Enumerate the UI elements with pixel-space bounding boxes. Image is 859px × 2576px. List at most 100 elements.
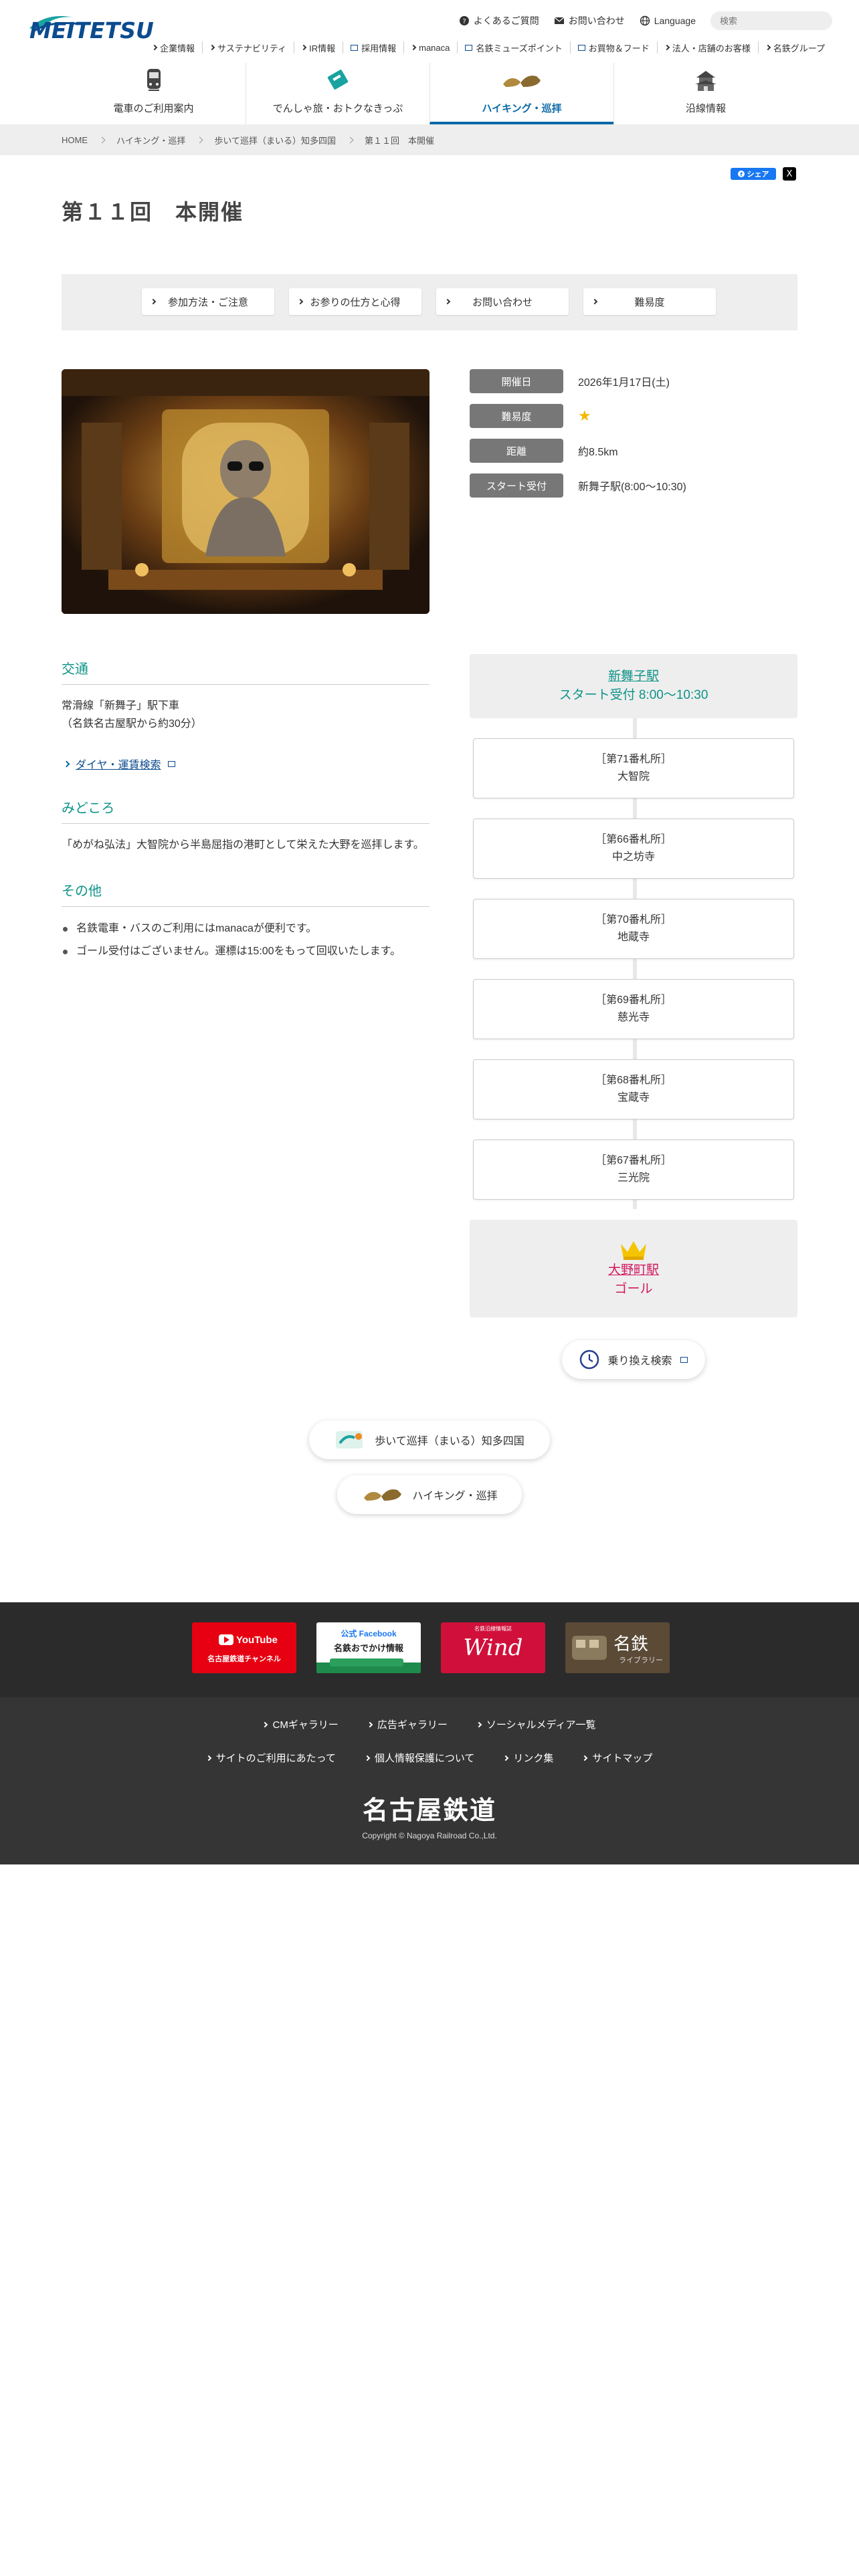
external-link-icon [577, 44, 585, 51]
language-label: Language [654, 15, 696, 26]
access-heading: 交通 [62, 658, 430, 685]
route-stop: ［第68番札所］ 宝蔵寺 [473, 1059, 794, 1119]
gnav-train[interactable]: 電車のご利用案内 [62, 63, 246, 124]
footer-link-label: サイトのご利用にあたって [215, 1753, 336, 1764]
subnav-group[interactable]: 名鉄グループ [757, 41, 832, 53]
route-stop: ［第70番札所］ 地蔵寺 [473, 899, 794, 959]
facebook-share-label: シェア [747, 171, 769, 179]
search-input[interactable] [720, 15, 814, 26]
breadcrumb-home[interactable]: HOME [62, 135, 88, 145]
breadcrumb-hiking[interactable]: ハイキング・巡拝 [116, 134, 185, 146]
footer-link-label: ソーシャルメディア一覧 [486, 1719, 596, 1731]
anchor-tabs: 参加方法・ご注意 お参りの仕方と心得 お問い合わせ 難易度 [142, 288, 716, 315]
footer-logo[interactable]: 名古屋鉄道 [0, 1790, 859, 1826]
back-to-hiking-button[interactable]: ハイキング・巡拝 [337, 1475, 522, 1514]
youtube-banner[interactable]: YouTube 名古屋鉄道チャンネル [192, 1622, 296, 1673]
svg-text:f: f [740, 172, 743, 178]
route-stop: ［第69番札所］ 慈光寺 [473, 979, 794, 1039]
back-to-shikoku-button[interactable]: 歩いて巡拝（まいる）知多四国 [309, 1420, 550, 1459]
chevron-right-icon [367, 1721, 373, 1727]
info-row-date: 開催日 2026年1月17日(土) [470, 369, 686, 393]
library-banner[interactable]: 名鉄 ライブラリー [565, 1622, 670, 1673]
chevron-right-icon [98, 136, 106, 143]
mail-icon [554, 17, 565, 24]
footer-link-sitemap[interactable]: サイトマップ [582, 1751, 653, 1765]
transfer-search-button[interactable]: 乗り換え検索 [562, 1340, 705, 1379]
train-silhouette-icon [316, 1658, 421, 1673]
chevron-right-icon [444, 298, 451, 305]
x-icon: X [786, 169, 793, 179]
subnav-sustainability[interactable]: サステナビリティ [202, 41, 294, 53]
chevron-right-icon [196, 136, 203, 143]
contact-link[interactable]: お問い合わせ [554, 14, 625, 27]
subnav-shopping[interactable]: お買物＆フード [569, 41, 657, 53]
gnav-label: 沿線情報 [685, 103, 726, 114]
stop-number: ［第66番札所］ [595, 834, 672, 845]
distance-value: 約8.5km [578, 447, 618, 458]
gnav-area[interactable]: 沿線情報 [613, 63, 797, 124]
stop-number: ［第71番札所］ [595, 754, 672, 765]
svg-text:?: ? [462, 18, 466, 25]
subnav-muse-point[interactable]: 名鉄ミューズポイント [457, 41, 569, 53]
breadcrumb-shikoku[interactable]: 歩いて巡拝（まいる）知多四国 [214, 134, 336, 146]
meitetsu-logo[interactable]: MEITETSU [27, 8, 154, 45]
footer-link-cm[interactable]: CMギャラリー [262, 1717, 339, 1731]
difficulty-star-icon: ★ [578, 407, 591, 424]
gnav-hiking[interactable]: ハイキング・巡拝 [430, 63, 613, 124]
footer-link-label: サイトマップ [592, 1753, 653, 1764]
subnav-company[interactable]: 企業情報 [145, 41, 202, 53]
language-link[interactable]: Language [640, 15, 696, 26]
goal-label: ゴール [614, 1282, 653, 1296]
list-item: 名鉄電車・バスのご利用にはmanacaが便利です。 [62, 918, 430, 940]
footer-link-social[interactable]: ソーシャルメディア一覧 [476, 1717, 596, 1731]
access-line-2: （名鉄名古屋駅から約30分） [62, 718, 202, 730]
train-icon [147, 69, 161, 91]
footer-link-links[interactable]: リンク集 [503, 1751, 553, 1765]
tab-label: 参加方法・ご注意 [167, 296, 248, 308]
subnav-recruit[interactable]: 採用情報 [343, 41, 403, 53]
subnav-ir[interactable]: IR情報 [294, 41, 343, 53]
start-value: 新舞子駅(8:00〜10:30) [578, 481, 686, 493]
subnav-corporate[interactable]: 法人・店舗のお客様 [656, 41, 758, 53]
access-line-1: 常滑線「新舞子」駅下車 [62, 700, 180, 712]
faq-link[interactable]: ? よくあるご質問 [459, 14, 539, 27]
footer-link-privacy[interactable]: 個人情報保護について [364, 1751, 474, 1765]
facebook-banner[interactable]: 公式 Facebook 名鉄おでかけ情報 [316, 1622, 421, 1673]
chevron-right-icon [300, 44, 307, 51]
gnav-ticket[interactable]: でんしゃ旅・おトクなきっぷ [246, 63, 430, 124]
tab-difficulty[interactable]: 難易度 [583, 288, 716, 315]
x-share-button[interactable]: X [783, 167, 796, 181]
footer-link-ad[interactable]: 広告ギャラリー [367, 1717, 448, 1731]
subnav-label: IR情報 [309, 43, 336, 53]
subnav-label: manaca [419, 42, 450, 53]
highlight-heading: みどころ [62, 797, 430, 824]
subnav-manaca[interactable]: manaca [403, 41, 457, 53]
wind-banner[interactable]: Wind 名鉄沿線情報誌 [441, 1622, 545, 1673]
back-to-shikoku-label: 歩いて巡拝（まいる）知多四国 [375, 1436, 524, 1447]
tab-participation[interactable]: 参加方法・ご注意 [142, 288, 274, 315]
footer-link-terms[interactable]: サイトのご利用にあたって [205, 1751, 336, 1765]
copyright: Copyright © Nagoya Railroad Co.,Ltd. [362, 1831, 497, 1840]
tab-contact[interactable]: お問い合わせ [436, 288, 569, 315]
gnav-label: 電車のご利用案内 [113, 103, 194, 114]
site-header: MEITETSU ? よくあるご質問 お問い合わせ Language 企業情報 … [0, 0, 859, 124]
tab-etiquette[interactable]: お参りの仕方と心得 [289, 288, 421, 315]
search-box [710, 11, 832, 30]
start-station-link[interactable]: 新舞子駅 [608, 667, 659, 686]
contact-label: お問い合わせ [568, 15, 625, 26]
gnav-label: ハイキング・巡拝 [482, 103, 562, 114]
distance-label: 距離 [470, 439, 563, 463]
stop-name: 中之坊寺 [611, 851, 655, 863]
date-label: 開催日 [470, 369, 563, 393]
route-map: 新舞子駅 スタート受付 8:00〜10:30 ［第71番札所］ 大智院 ［第66… [470, 654, 797, 1317]
question-icon: ? [459, 16, 469, 25]
timetable-search-link[interactable]: ダイヤ・運賃検索 [62, 756, 430, 772]
banner-title: 名鉄 [613, 1634, 649, 1654]
subnav-label: 名鉄ミューズポイント [476, 43, 563, 53]
vintage-train-icon [572, 1636, 607, 1660]
goal-station-link[interactable]: 大野町駅 [608, 1261, 659, 1280]
facebook-share-button[interactable]: f シェア [731, 168, 776, 180]
crown-icon [621, 1241, 646, 1260]
statue-image [62, 369, 430, 614]
other-list: 名鉄電車・バスのご利用にはmanacaが便利です。 ゴール受付はございません。運… [62, 918, 430, 963]
